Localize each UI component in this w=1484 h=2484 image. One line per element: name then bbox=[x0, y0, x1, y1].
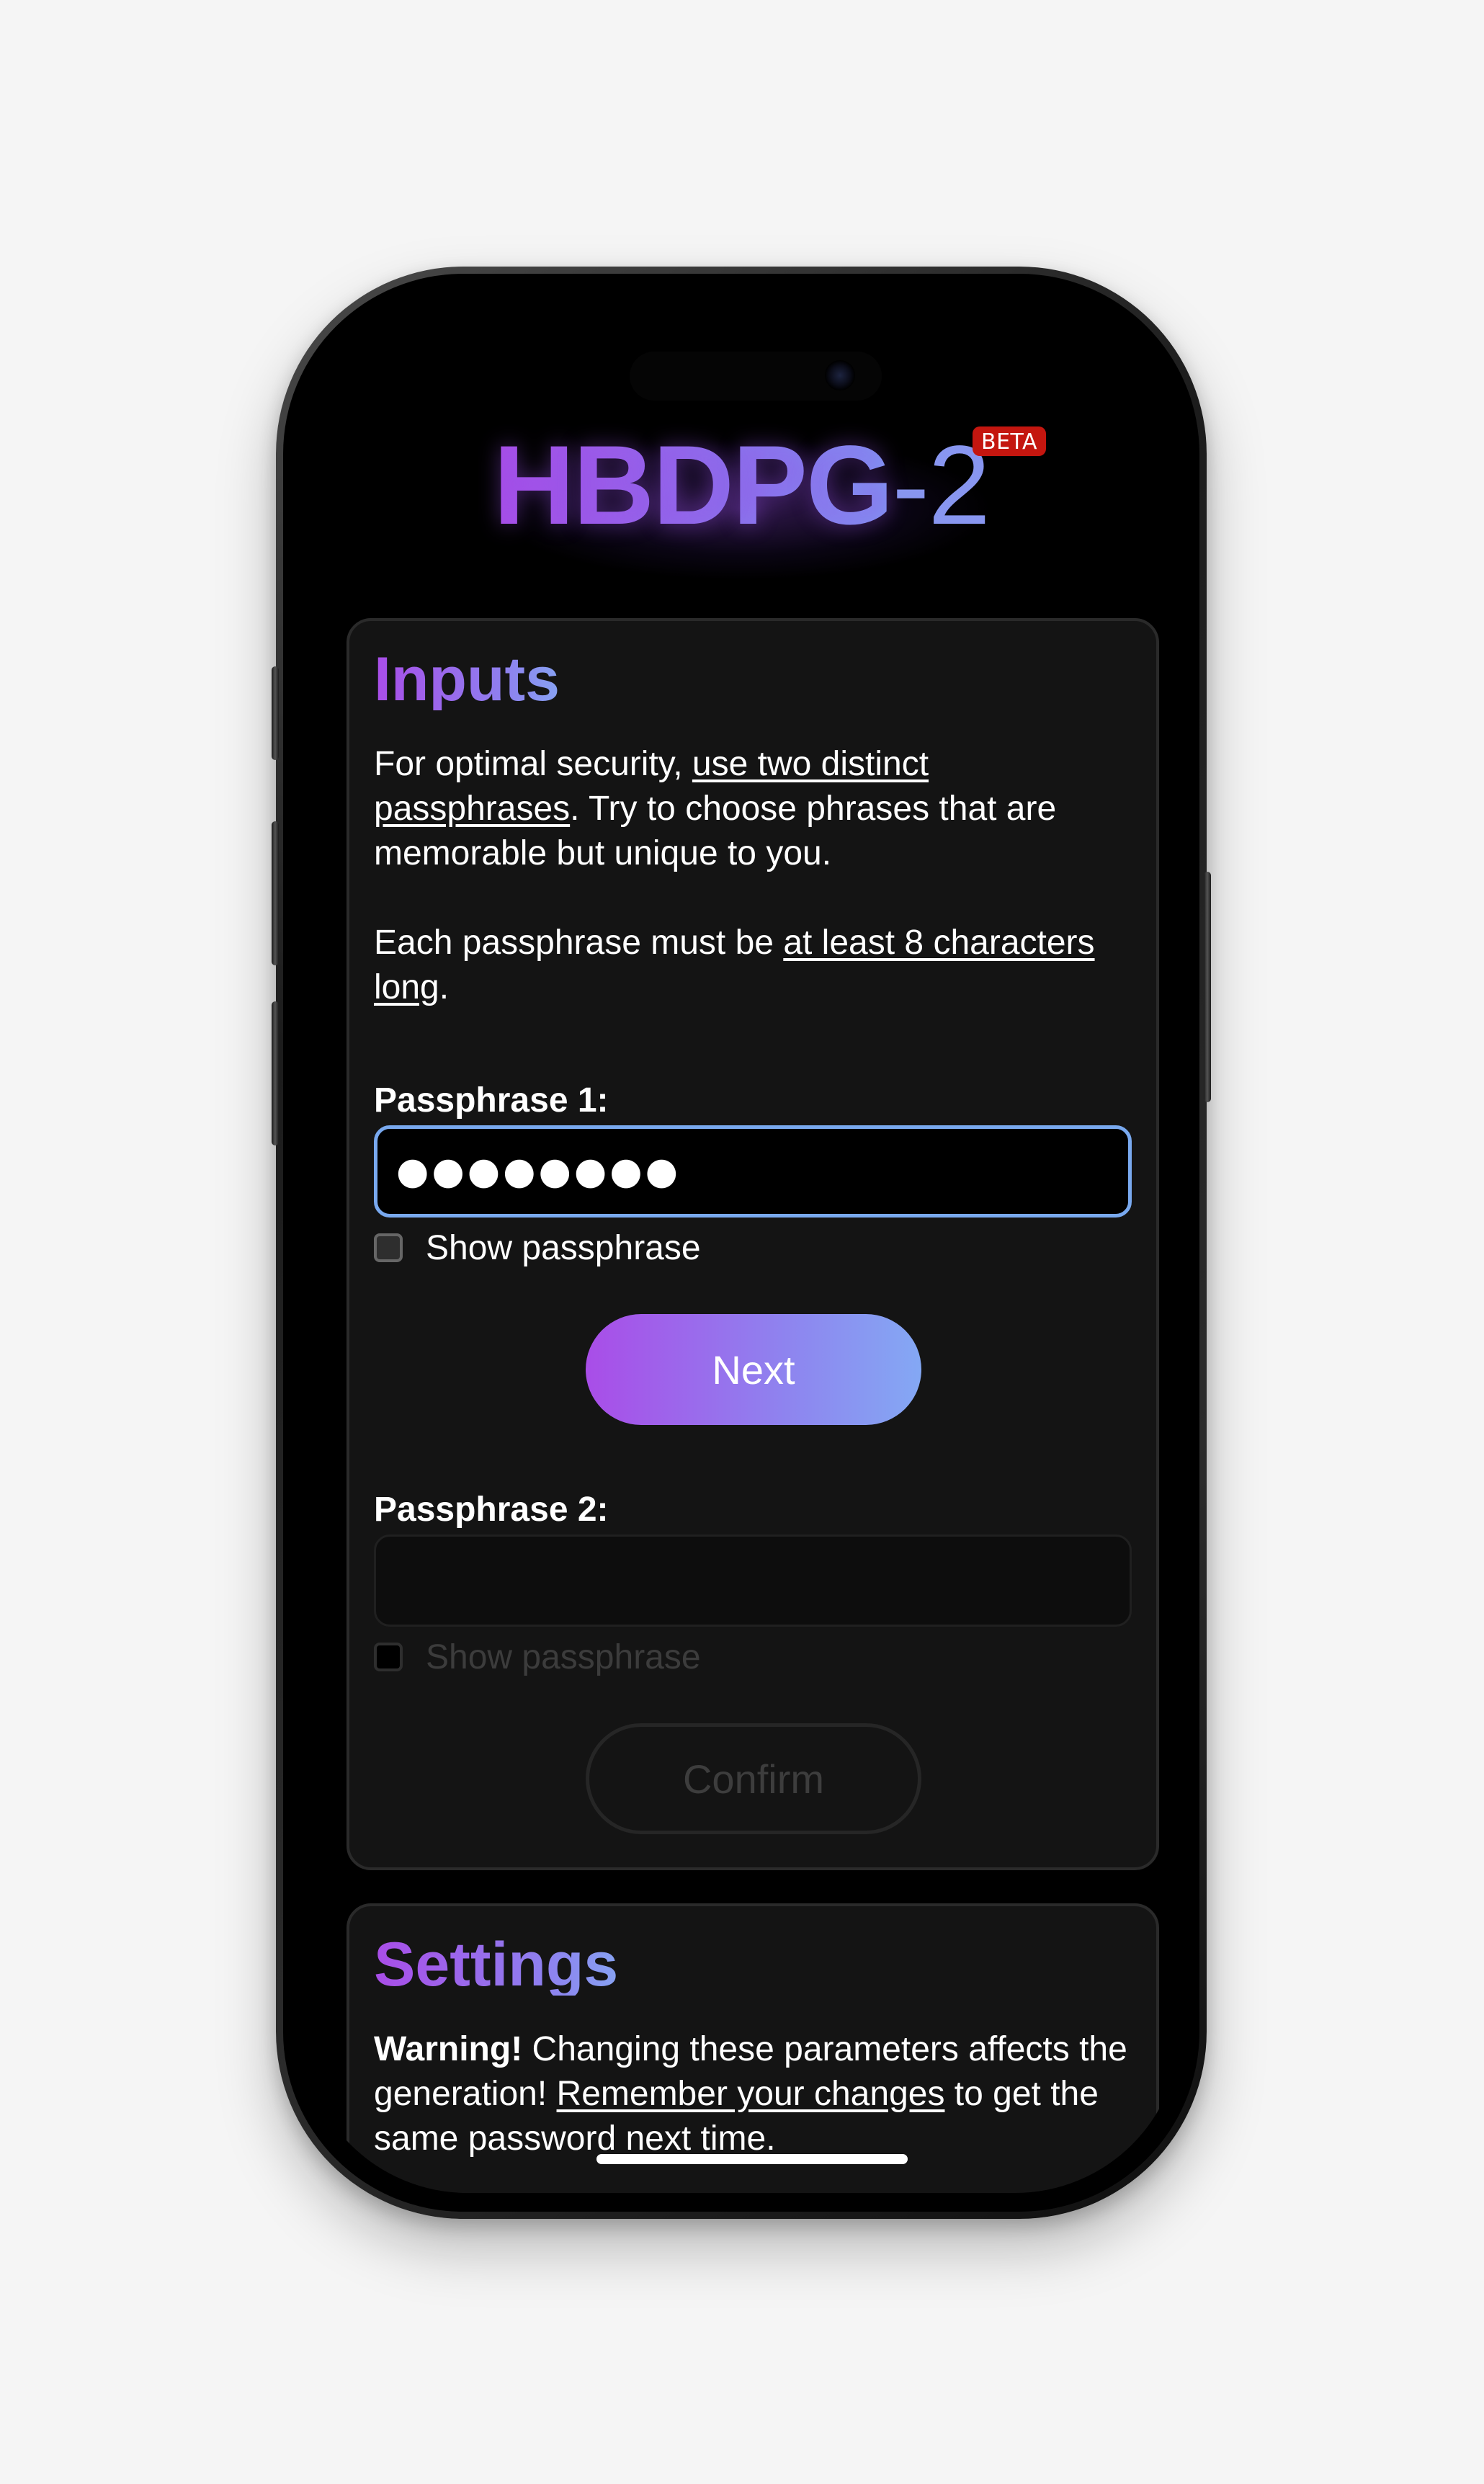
confirm-button[interactable]: Confirm bbox=[586, 1723, 921, 1834]
passphrase1-input[interactable] bbox=[374, 1125, 1132, 1218]
length-paragraph: Each passphrase must be at least 8 chara… bbox=[374, 921, 1137, 1010]
show-passphrase1-label[interactable]: Show passphrase bbox=[426, 1228, 701, 1268]
next-button[interactable]: Next bbox=[586, 1314, 921, 1425]
length-suffix: . bbox=[439, 968, 450, 1006]
action-button bbox=[272, 666, 279, 760]
warning-link: Remember your changes bbox=[556, 2075, 945, 2113]
inputs-title: Inputs bbox=[374, 645, 560, 714]
home-indicator[interactable] bbox=[596, 2154, 908, 2164]
phone-frame: HBDPG-2 BETA Inputs For optimal security… bbox=[272, 267, 1211, 2219]
show-passphrase2-row[interactable]: Show passphrase bbox=[374, 1637, 701, 1677]
show-passphrase1-row[interactable]: Show passphrase bbox=[374, 1228, 701, 1268]
show-passphrase2-checkbox[interactable] bbox=[374, 1643, 403, 1671]
volume-up-button bbox=[272, 821, 279, 965]
screen: HBDPG-2 BETA Inputs For optimal security… bbox=[302, 292, 1181, 2193]
settings-title: Settings bbox=[374, 1930, 619, 1999]
show-passphrase2-label[interactable]: Show passphrase bbox=[426, 1638, 701, 1677]
phone-bezel: HBDPG-2 BETA Inputs For optimal security… bbox=[283, 274, 1199, 2212]
passphrase1-label: Passphrase 1: bbox=[374, 1081, 609, 1120]
passphrase2-input[interactable] bbox=[374, 1534, 1132, 1627]
app-logo: HBDPG-2 bbox=[302, 429, 1181, 542]
logo-main-text: HBDPG bbox=[493, 423, 893, 548]
power-button bbox=[1204, 872, 1211, 1102]
show-passphrase1-checkbox[interactable] bbox=[374, 1233, 403, 1262]
settings-card: Settings Warning! Changing these paramet… bbox=[347, 1903, 1159, 2193]
volume-down-button bbox=[272, 1001, 279, 1145]
settings-warning: Warning! Changing these parameters affec… bbox=[374, 2027, 1137, 2161]
camera-icon bbox=[825, 360, 855, 390]
inputs-card: Inputs For optimal security, use two dis… bbox=[347, 618, 1159, 1870]
intro-paragraph: For optimal security, use two distinct p… bbox=[374, 742, 1137, 876]
passphrase2-label: Passphrase 2: bbox=[374, 1491, 609, 1529]
warning-bold: Warning! bbox=[374, 2030, 523, 2068]
length-prefix: Each passphrase must be bbox=[374, 924, 784, 962]
beta-badge: BETA bbox=[973, 426, 1047, 456]
intro-prefix: For optimal security, bbox=[374, 745, 692, 783]
